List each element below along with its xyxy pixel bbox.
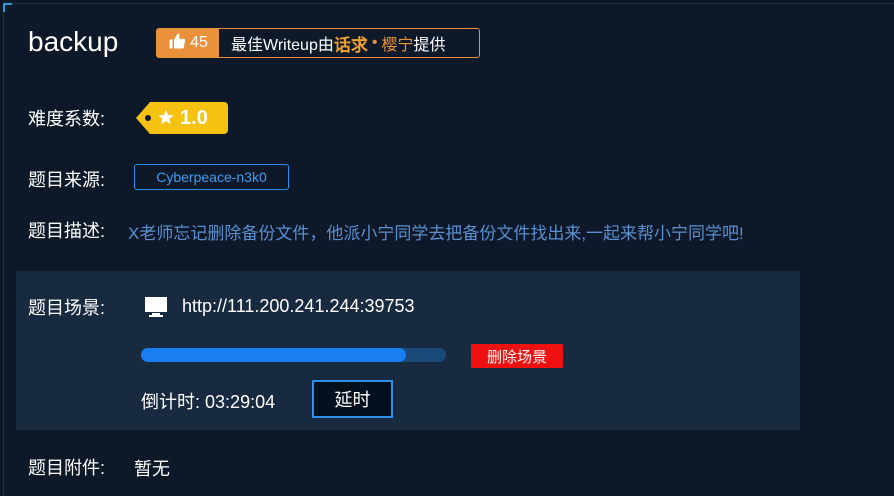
countdown-label: 倒计时: bbox=[141, 392, 201, 412]
countdown-value: 03:29:04 bbox=[205, 392, 276, 412]
writeup-badge[interactable]: 45 最佳Writeup由 话求 • 樱宁 提供 bbox=[156, 28, 480, 58]
frame-top-edge bbox=[3, 3, 894, 4]
difficulty-tag: 1.0 bbox=[136, 102, 228, 134]
scene-progress-bar bbox=[141, 348, 446, 362]
thumbs-up-icon bbox=[168, 32, 186, 55]
extend-time-button[interactable]: 延时 bbox=[312, 380, 393, 418]
monitor-icon bbox=[144, 295, 168, 319]
source-label: 题目来源: bbox=[28, 170, 106, 190]
like-count: 45 bbox=[190, 34, 208, 51]
scene-label: 题目场景: bbox=[28, 298, 106, 318]
scene-url[interactable]: http://111.200.241.244:39753 bbox=[182, 296, 415, 317]
attachment-label: 题目附件: bbox=[28, 458, 106, 478]
difficulty-label: 难度系数: bbox=[28, 109, 106, 129]
attachment-value: 暂无 bbox=[134, 459, 170, 479]
frame-corner bbox=[3, 3, 12, 12]
countdown: 倒计时: 03:29:04 bbox=[141, 388, 275, 414]
description-label: 题目描述: bbox=[28, 221, 106, 241]
frame-left-edge bbox=[3, 3, 4, 496]
scene-panel: 题目场景: http://111.200.241.244:39753 删除场景 … bbox=[16, 271, 800, 430]
description-text: X老师忘记删除备份文件，他派小宁同学去把备份文件找出来,一起来帮小宁同学吧! bbox=[128, 224, 744, 243]
like-counter[interactable]: 45 bbox=[157, 29, 219, 57]
challenge-title: backup bbox=[28, 26, 119, 57]
writeup-credit: 最佳Writeup由 话求 • 樱宁 提供 bbox=[219, 31, 445, 56]
writeup-suffix: 提供 bbox=[413, 37, 446, 54]
writeup-prefix: 最佳Writeup由 bbox=[231, 37, 334, 54]
difficulty-value: 1.0 bbox=[180, 107, 208, 129]
writeup-author2-link[interactable]: 樱宁 bbox=[381, 31, 413, 55]
delete-scene-button[interactable]: 删除场景 bbox=[471, 344, 563, 368]
writeup-separator-dot: • bbox=[371, 34, 378, 51]
scene-progress-fill bbox=[141, 348, 407, 362]
writeup-author-link[interactable]: 话求 bbox=[334, 31, 368, 56]
source-tag[interactable]: Cyberpeace-n3k0 bbox=[134, 164, 289, 190]
